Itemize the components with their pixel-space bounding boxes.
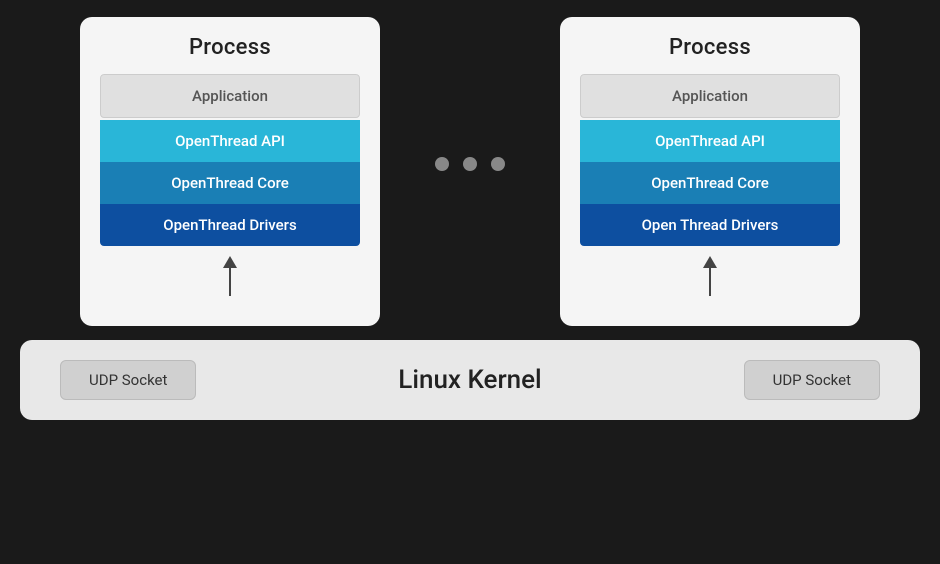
- dots-container: [380, 17, 560, 171]
- layer-left-application: Application: [100, 74, 360, 118]
- dot-3: [491, 157, 505, 171]
- udp-socket-left: UDP Socket: [60, 360, 196, 400]
- layer-left-drivers: OpenThread Drivers: [100, 204, 360, 246]
- kernel-row: UDP Socket Linux Kernel UDP Socket: [20, 340, 920, 420]
- process-box-left: Process Application OpenThread API OpenT…: [80, 17, 380, 326]
- arrow-right-head: [703, 256, 717, 268]
- layer-right-drivers: Open Thread Drivers: [580, 204, 840, 246]
- process-box-right: Process Application OpenThread API OpenT…: [560, 17, 860, 326]
- layer-right-api: OpenThread API: [580, 120, 840, 162]
- layer-right-core: OpenThread Core: [580, 162, 840, 204]
- layer-left-core: OpenThread Core: [100, 162, 360, 204]
- processes-row: Process Application OpenThread API OpenT…: [20, 17, 920, 326]
- layer-left-api: OpenThread API: [100, 120, 360, 162]
- layer-right-application: Application: [580, 74, 840, 118]
- dot-2: [463, 157, 477, 171]
- process-left-title: Process: [189, 35, 271, 60]
- kernel-label: Linux Kernel: [398, 365, 541, 395]
- arrow-right-line: [709, 268, 711, 296]
- stack-right: Application OpenThread API OpenThread Co…: [580, 74, 840, 246]
- diagram-container: Process Application OpenThread API OpenT…: [20, 17, 920, 547]
- arrow-left: [223, 256, 237, 296]
- dot-1: [435, 157, 449, 171]
- stack-left: Application OpenThread API OpenThread Co…: [100, 74, 360, 246]
- process-right-title: Process: [669, 35, 751, 60]
- arrow-right: [703, 256, 717, 296]
- udp-socket-right: UDP Socket: [744, 360, 880, 400]
- arrow-left-line: [229, 268, 231, 296]
- arrow-left-head: [223, 256, 237, 268]
